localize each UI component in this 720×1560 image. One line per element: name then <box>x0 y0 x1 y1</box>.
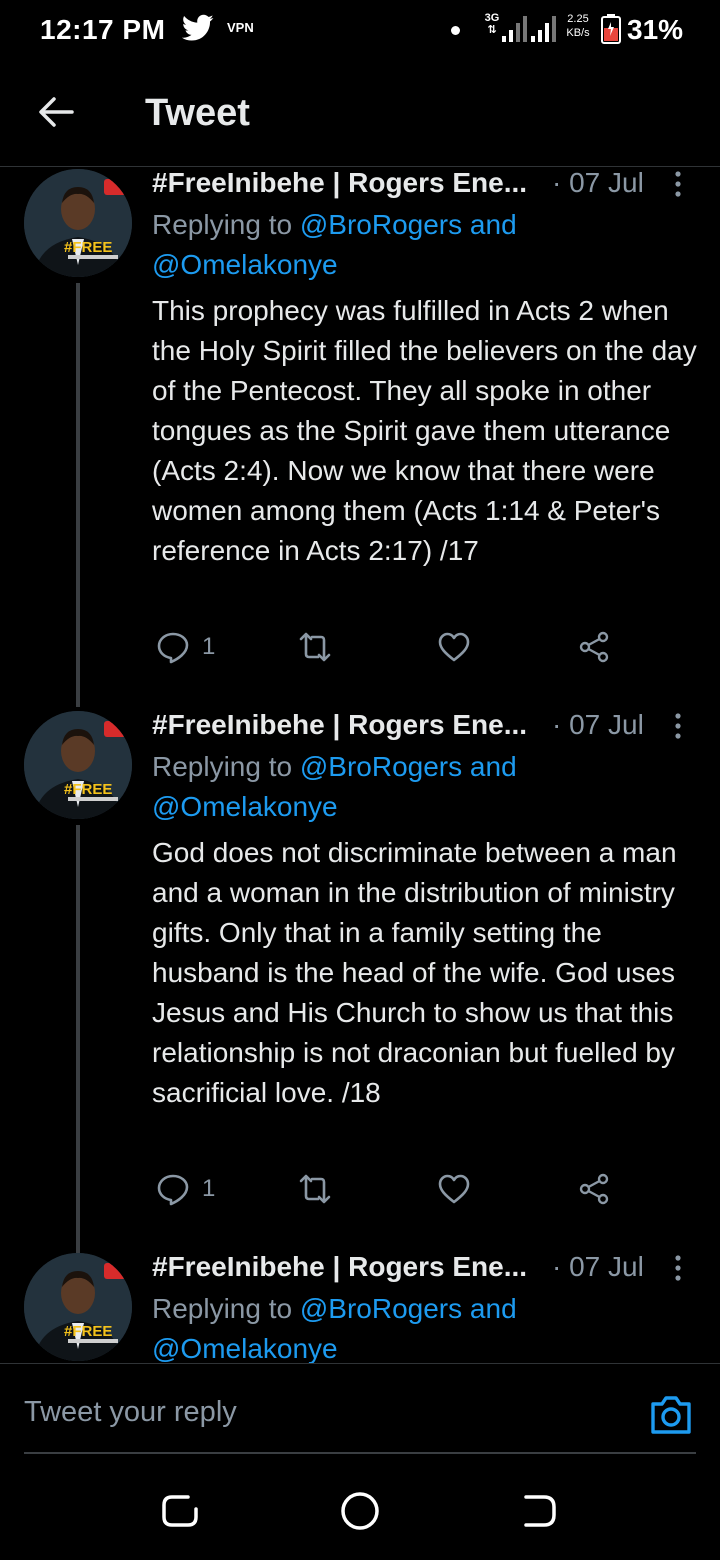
retweet-button[interactable] <box>298 627 332 667</box>
thread-connector <box>76 825 80 1253</box>
divider <box>24 1452 696 1454</box>
retweet-icon <box>299 1174 331 1204</box>
battery-percent: 31% <box>627 14 684 45</box>
author-name[interactable]: #FreeInibehe | Rogers Ene... <box>152 709 527 741</box>
tweet-header: #FreeInibehe | Rogers Ene... · 07 Jul <box>152 709 712 743</box>
page-title: Tweet <box>145 92 250 134</box>
back-nav-icon[interactable] <box>518 1489 562 1533</box>
mention-link[interactable]: @BroRogers <box>300 751 462 782</box>
mention-link[interactable]: @BroRogers <box>300 209 462 240</box>
tweet-date[interactable]: · 07 Jul <box>552 167 644 199</box>
reply-composer[interactable]: Tweet your reply <box>0 1363 720 1453</box>
mention-link[interactable]: @BroRogers <box>300 1293 462 1324</box>
signal-icon <box>502 16 527 42</box>
avatar-badge-text: #FREE <box>64 781 112 798</box>
status-time: 12:17 PM <box>40 14 166 45</box>
system-nav-bar <box>0 1455 720 1560</box>
signal-icon-2 <box>531 16 556 42</box>
like-button[interactable] <box>437 1169 471 1209</box>
replying-to: Replying to @BroRogers and @Omelakonye <box>152 209 517 280</box>
share-icon <box>579 631 609 663</box>
heart-icon <box>438 632 470 662</box>
mention-link[interactable]: @Omelakonye <box>152 791 338 822</box>
tweet-text: This prophecy was fulfilled in Acts 2 wh… <box>152 295 697 566</box>
reply-count: 1 <box>202 1175 216 1202</box>
network-speed: 2.25 KB/s <box>566 13 590 39</box>
avatar-badge-text: #FREE <box>64 239 112 256</box>
reply-count: 1 <box>202 633 216 660</box>
twitter-bird-icon <box>182 14 214 41</box>
comment-icon <box>157 632 189 664</box>
avatar-image: #FREE <box>24 1253 132 1361</box>
back-arrow-icon[interactable] <box>36 92 76 132</box>
mention-link[interactable]: @Omelakonye <box>152 249 338 280</box>
avatar-badge-text: #FREE <box>64 1323 112 1340</box>
author-name[interactable]: #FreeInibehe | Rogers Ene... <box>152 167 527 199</box>
avatar[interactable]: #FREE <box>24 711 132 819</box>
tweet-thread[interactable]: #FREE #FreeInibehe | Rogers Ene... · 07 … <box>0 167 720 1363</box>
mention-link[interactable]: @Omelakonye <box>152 1333 338 1363</box>
replying-to: Replying to @BroRogers and @Omelakonye <box>152 751 517 822</box>
more-vertical-icon[interactable] <box>668 1253 688 1283</box>
avatar-image: #FREE <box>24 711 132 819</box>
tweet-header: #FreeInibehe | Rogers Ene... · 07 Jul <box>152 167 712 201</box>
home-icon[interactable] <box>338 1489 382 1533</box>
thread-connector <box>76 283 80 707</box>
avatar-image: #FREE <box>24 169 132 277</box>
tweet-item[interactable]: #FREE #FreeInibehe | Rogers Ene... · 07 … <box>0 709 720 1253</box>
vpn-indicator: VPN <box>227 20 254 35</box>
tweet-item[interactable]: #FREE #FreeInibehe | Rogers Ene... · 07 … <box>0 167 720 707</box>
notification-dot <box>451 26 460 35</box>
reply-button[interactable]: 1 <box>156 1169 215 1209</box>
more-vertical-icon[interactable] <box>668 711 688 741</box>
avatar[interactable]: #FREE <box>24 1253 132 1361</box>
app-header: Tweet <box>0 62 720 167</box>
share-icon <box>579 1173 609 1205</box>
tweet-actions: 1 <box>152 627 652 667</box>
tweet-item[interactable]: #FREE #FreeInibehe | Rogers Ene... · 07 … <box>0 1251 720 1363</box>
recent-apps-icon[interactable] <box>158 1489 202 1533</box>
tweet-actions: 1 <box>152 1169 652 1209</box>
tweet-date[interactable]: · 07 Jul <box>552 709 644 741</box>
avatar[interactable]: #FREE <box>24 169 132 277</box>
share-button[interactable] <box>577 627 611 667</box>
tweet-header: #FreeInibehe | Rogers Ene... · 07 Jul <box>152 1251 712 1285</box>
retweet-icon <box>299 632 331 662</box>
battery-icon <box>601 14 621 44</box>
heart-icon <box>438 1174 470 1204</box>
tweet-text: God does not discriminate between a man … <box>152 837 677 1108</box>
share-button[interactable] <box>577 1169 611 1209</box>
tweet-date[interactable]: · 07 Jul <box>552 1251 644 1283</box>
more-vertical-icon[interactable] <box>668 169 688 199</box>
retweet-button[interactable] <box>298 1169 332 1209</box>
comment-icon <box>157 1174 189 1206</box>
reply-button[interactable]: 1 <box>156 627 215 667</box>
reply-input[interactable]: Tweet your reply <box>24 1396 237 1429</box>
author-name[interactable]: #FreeInibehe | Rogers Ene... <box>152 1251 527 1283</box>
status-bar: 12:17 PM VPN 3G ⇅ 2.25 KB/s 31% <box>0 0 720 62</box>
camera-icon[interactable] <box>648 1392 694 1436</box>
like-button[interactable] <box>437 627 471 667</box>
replying-to: Replying to @BroRogers and @Omelakonye <box>152 1293 517 1363</box>
